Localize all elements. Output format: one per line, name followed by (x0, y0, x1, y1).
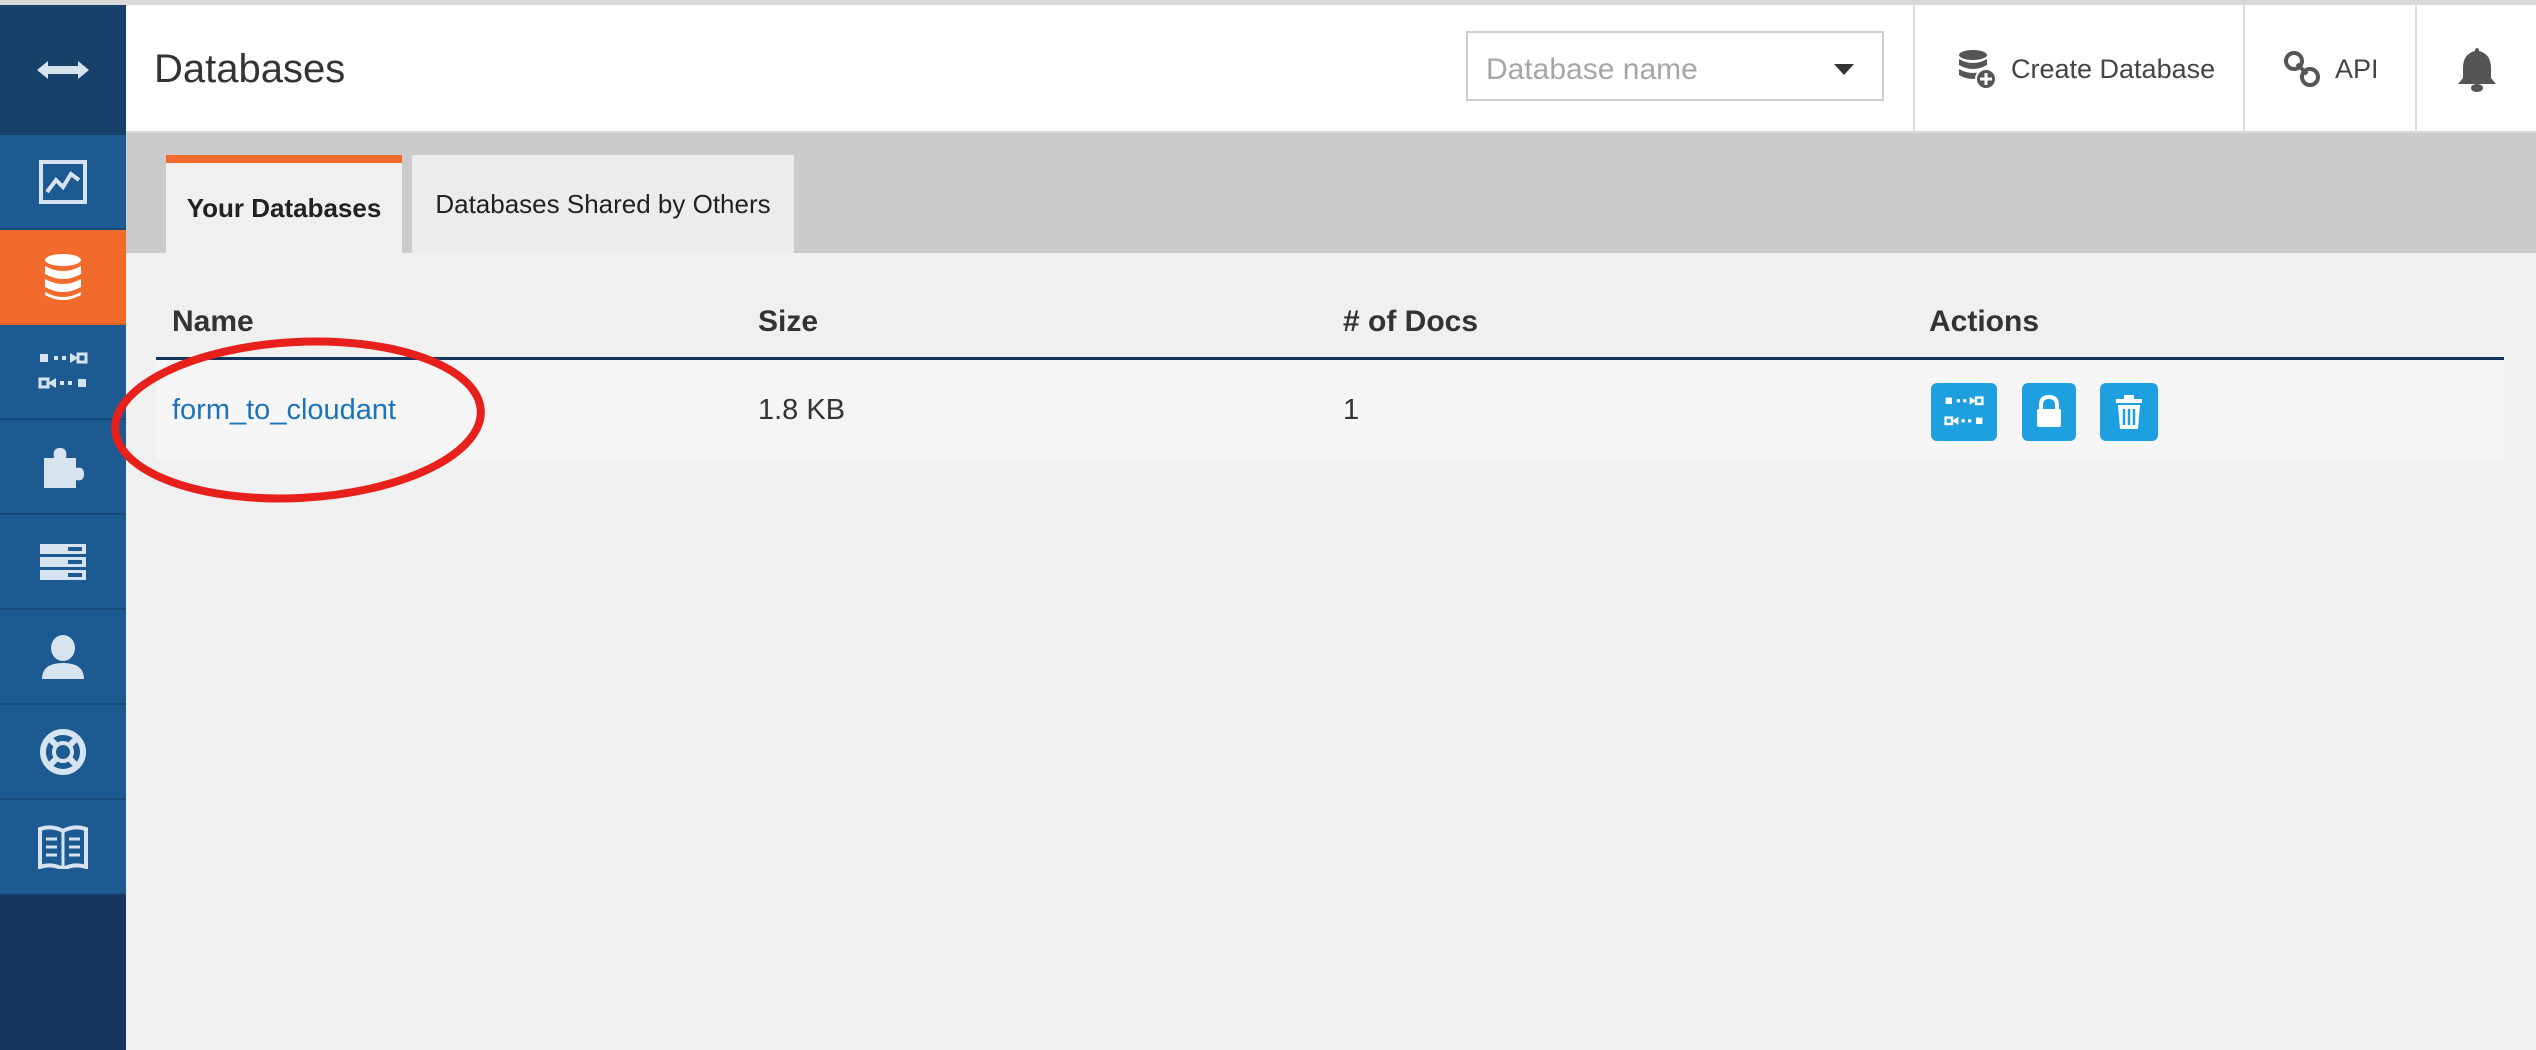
replication-icon (38, 352, 88, 388)
sidebar-item-activity[interactable] (0, 135, 126, 230)
database-icon (45, 253, 81, 300)
expand-arrows-icon (37, 61, 89, 79)
sidebar-item-user[interactable] (0, 610, 126, 705)
user-icon (42, 634, 84, 679)
annotation-ellipse (111, 337, 485, 503)
database-add-icon (1959, 50, 1997, 90)
link-icon (2284, 51, 2320, 87)
table-row: form_to_cloudant 1.8 KB 1 (156, 360, 2504, 460)
trash-icon (2116, 395, 2142, 429)
bell-icon (2457, 48, 2496, 92)
api-button[interactable]: API (2243, 5, 2415, 133)
replicate-button[interactable] (1931, 383, 1997, 441)
lifebuoy-icon (40, 728, 86, 775)
replication-icon (1944, 396, 1984, 426)
database-name-select[interactable]: Database name (1466, 31, 1884, 101)
server-icon (40, 543, 86, 580)
tab-label: Databases Shared by Others (435, 188, 771, 219)
page-title: Databases (154, 47, 346, 91)
permissions-button[interactable] (2022, 383, 2076, 441)
sidebar-item-docs[interactable] (0, 800, 126, 895)
tab-label: Your Databases (186, 192, 382, 223)
sidebar-item-account[interactable] (0, 515, 126, 610)
tab-bar: Your Databases Databases Shared by Other… (126, 133, 2536, 253)
column-header-actions: Actions (1929, 305, 2040, 338)
chart-icon (39, 159, 87, 204)
tab-shared-databases[interactable]: Databases Shared by Others (412, 155, 794, 253)
database-name-placeholder: Database name (1486, 53, 1698, 86)
puzzle-icon (44, 447, 84, 488)
sidebar (0, 5, 126, 1050)
delete-button[interactable] (2100, 383, 2158, 441)
sidebar-item-databases[interactable] (0, 230, 126, 325)
database-doc-count: 1 (1343, 394, 1360, 426)
create-database-button[interactable]: Create Database (1913, 5, 2243, 133)
header-bar: Databases Database name Create Database (126, 5, 2536, 133)
app-root: Databases Database name Create Database (0, 0, 2536, 1050)
tab-your-databases[interactable]: Your Databases (166, 155, 402, 253)
sidebar-item-support[interactable] (0, 705, 126, 800)
sidebar-item-integrations[interactable] (0, 420, 126, 515)
api-label: API (2335, 53, 2379, 84)
chevron-down-icon (1834, 64, 1854, 75)
create-database-label: Create Database (2011, 53, 2216, 84)
column-header-size[interactable]: Size (758, 305, 818, 339)
main-content: Databases Database name Create Database (126, 5, 2536, 1050)
notifications-button[interactable] (2415, 5, 2536, 133)
column-header-docs[interactable]: # of Docs (1343, 305, 1478, 339)
sidebar-item-replication[interactable] (0, 325, 126, 420)
column-header-name[interactable]: Name (172, 305, 254, 339)
sidebar-toggle[interactable] (0, 5, 126, 135)
lock-icon (2037, 395, 2061, 427)
database-size: 1.8 KB (758, 394, 846, 426)
book-icon (38, 824, 88, 869)
